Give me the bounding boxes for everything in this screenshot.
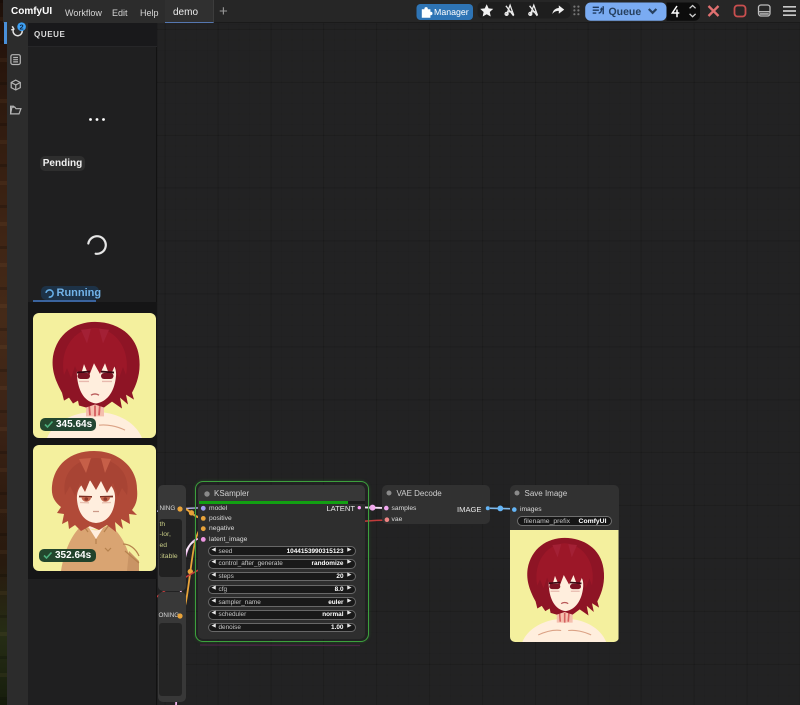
svg-text:Manager: Manager [434, 7, 469, 17]
svg-text:2: 2 [20, 22, 24, 31]
svg-text:Queue: Queue [609, 6, 642, 18]
